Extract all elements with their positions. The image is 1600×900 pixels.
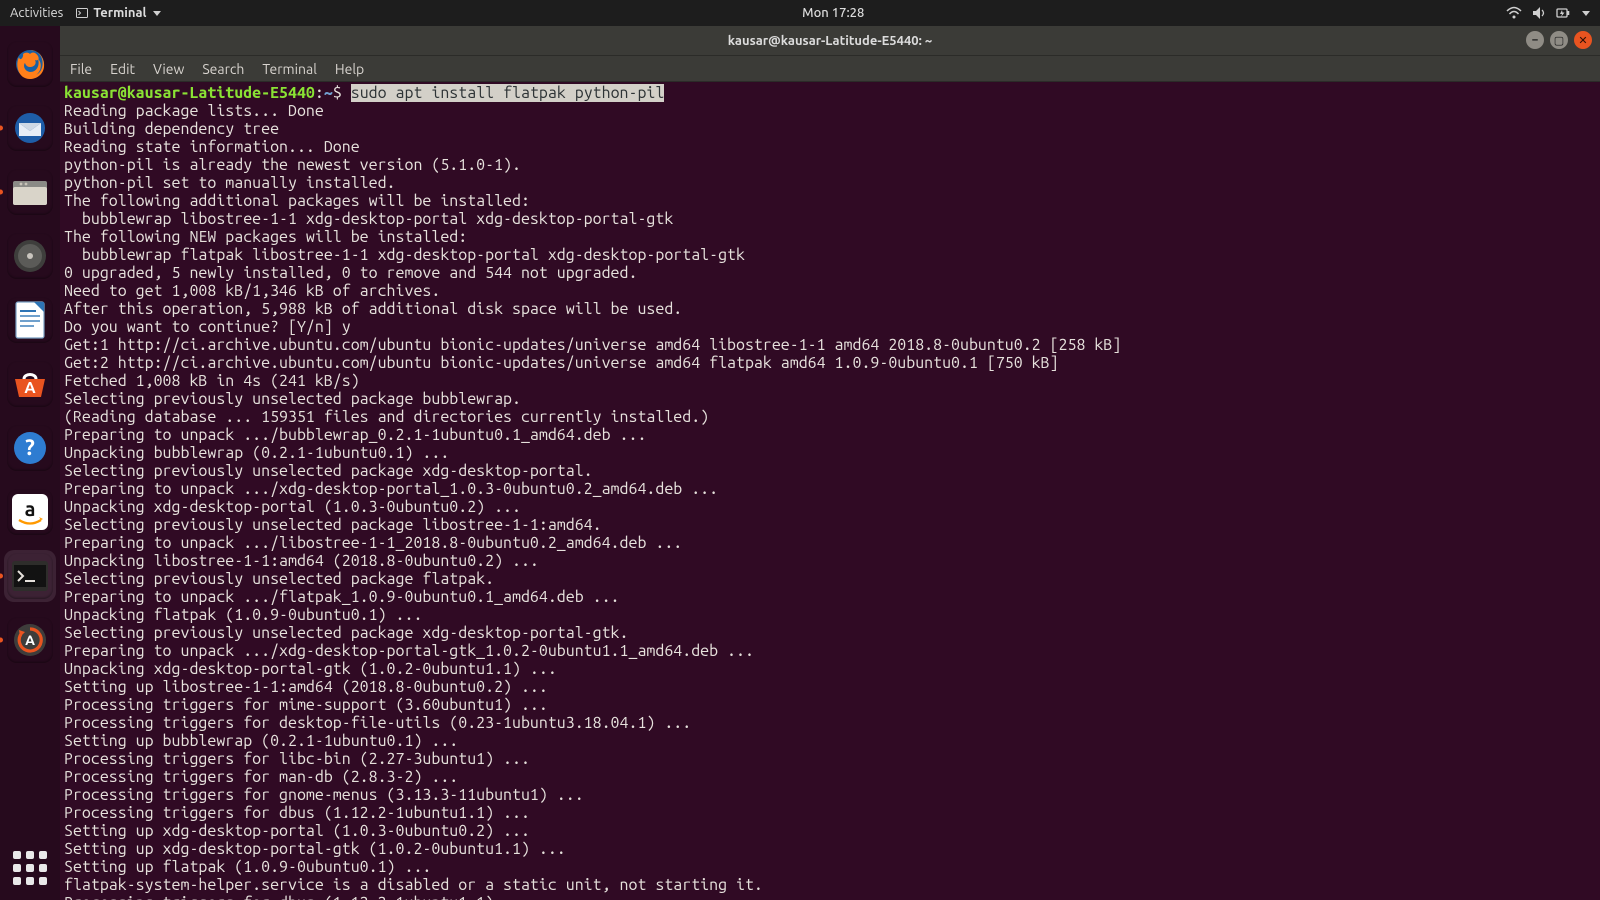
- menu-edit[interactable]: Edit: [110, 61, 135, 77]
- svg-text:?: ?: [25, 435, 35, 460]
- terminal-body[interactable]: kausar@kausar-Latitude-E5440:~$ sudo apt…: [60, 82, 1600, 900]
- activities-button[interactable]: Activities: [10, 6, 63, 20]
- dock-item-terminal[interactable]: [4, 550, 56, 602]
- prompt-userhost: kausar@kausar-Latitude-E5440: [64, 84, 315, 102]
- menu-file[interactable]: File: [70, 61, 92, 77]
- battery-icon: [1556, 6, 1570, 20]
- software-updater-icon: A: [7, 617, 53, 663]
- app-menu[interactable]: Terminal: [75, 6, 160, 20]
- window-minimize-button[interactable]: –: [1526, 31, 1544, 49]
- menu-help[interactable]: Help: [335, 61, 364, 77]
- svg-text:A: A: [24, 379, 36, 397]
- thunderbird-icon: [7, 105, 53, 151]
- chevron-down-icon: [153, 11, 161, 16]
- running-indicator-icon: [0, 190, 3, 195]
- volume-icon: [1532, 6, 1546, 20]
- system-status-area[interactable]: [1506, 6, 1600, 20]
- svg-text:a: a: [25, 497, 36, 520]
- show-applications-button[interactable]: [4, 842, 56, 894]
- ubuntu-software-icon: A: [7, 361, 53, 407]
- clock[interactable]: Mon 17:28: [161, 6, 1507, 20]
- gnome-topbar: Activities Terminal Mon 17:28: [0, 0, 1600, 26]
- window-close-button[interactable]: ✕: [1574, 31, 1592, 49]
- terminal-icon: [7, 553, 53, 599]
- prompt-path: ~: [324, 84, 333, 102]
- menu-terminal[interactable]: Terminal: [262, 61, 317, 77]
- running-indicator-icon: [0, 638, 3, 643]
- firefox-icon: [7, 41, 53, 87]
- files-icon: [7, 169, 53, 215]
- menu-search[interactable]: Search: [202, 61, 244, 77]
- dock-item-ubuntu-software[interactable]: A: [4, 358, 56, 410]
- amazon-icon: a: [7, 489, 53, 535]
- dock-item-help[interactable]: ?: [4, 422, 56, 474]
- dock-item-firefox[interactable]: [4, 38, 56, 90]
- rhythmbox-icon: [7, 233, 53, 279]
- terminal-window: kausar@kausar-Latitude-E5440: ~ – ▢ ✕ Fi…: [60, 26, 1600, 900]
- chevron-down-icon: [1582, 11, 1590, 16]
- wifi-icon: [1506, 6, 1522, 20]
- window-maximize-button[interactable]: ▢: [1550, 31, 1568, 49]
- terminal-menubar: File Edit View Search Terminal Help: [60, 56, 1600, 82]
- dock-item-software-updater[interactable]: A: [4, 614, 56, 666]
- window-titlebar[interactable]: kausar@kausar-Latitude-E5440: ~ – ▢ ✕: [60, 26, 1600, 56]
- running-indicator-icon: [0, 126, 3, 131]
- dock-item-amazon[interactable]: a: [4, 486, 56, 538]
- help-icon: ?: [7, 425, 53, 471]
- svg-text:A: A: [25, 632, 35, 648]
- window-title: kausar@kausar-Latitude-E5440: ~: [728, 34, 933, 48]
- menu-view[interactable]: View: [153, 61, 184, 77]
- dock-item-libreoffice-writer[interactable]: [4, 294, 56, 346]
- libreoffice-writer-icon: [7, 297, 53, 343]
- running-indicator-icon: [0, 574, 3, 579]
- terminal-icon: [75, 6, 89, 20]
- dock-item-files[interactable]: [4, 166, 56, 218]
- dock-item-thunderbird[interactable]: [4, 102, 56, 154]
- grid-icon: [7, 845, 53, 891]
- launcher-dock: A? a A: [0, 26, 60, 900]
- entered-command: sudo apt install flatpak python-pil: [351, 84, 665, 102]
- app-menu-label: Terminal: [93, 6, 146, 20]
- dock-item-rhythmbox[interactable]: [4, 230, 56, 282]
